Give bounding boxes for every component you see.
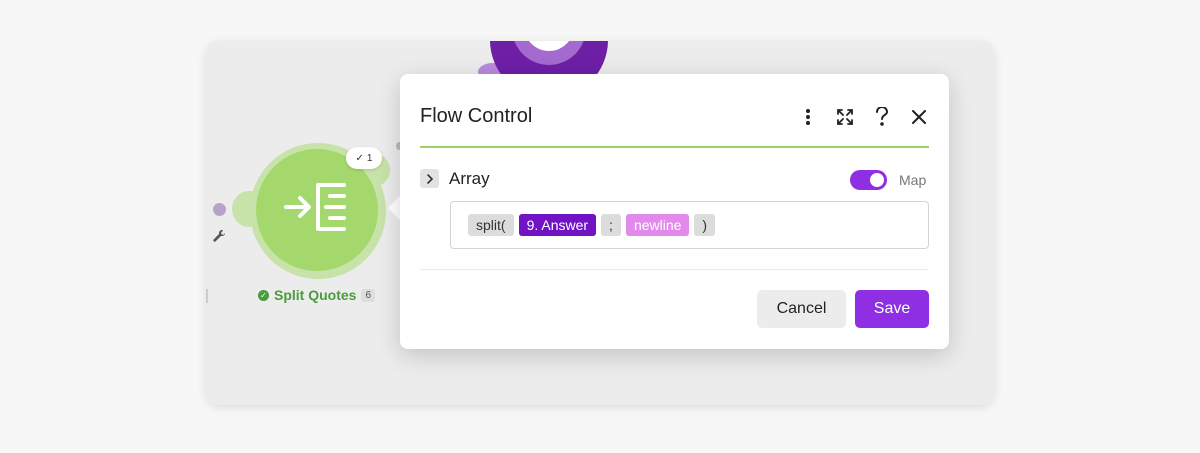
module-label[interactable]: ✓ Split Quotes 6 (258, 287, 376, 303)
execution-count: 1 (366, 152, 373, 164)
success-icon: ✓ (258, 289, 269, 301)
title-divider (420, 146, 929, 148)
more-vertical-icon[interactable] (797, 106, 818, 127)
formula-token-separator[interactable]: ; (601, 214, 621, 236)
dialog-title: Flow Control (420, 105, 533, 127)
footer-divider (420, 269, 929, 270)
cancel-button[interactable]: Cancel (757, 290, 846, 328)
map-label: Map (899, 172, 927, 188)
module-id-badge: 6 (361, 288, 376, 302)
close-icon[interactable] (908, 106, 929, 127)
field-expand-button[interactable] (420, 169, 439, 188)
toggle-knob (870, 173, 884, 187)
wrench-icon[interactable] (212, 229, 228, 245)
execution-badge[interactable]: ✓ 1 (346, 147, 382, 169)
chevron-right-icon (426, 173, 433, 184)
array-formula-input[interactable]: split( 9. Answer ; newline ) (450, 201, 929, 249)
save-button[interactable]: Save (855, 290, 929, 328)
map-toggle[interactable] (850, 170, 887, 190)
formula-token-close[interactable]: ) (694, 214, 716, 236)
formula-token-keyword[interactable]: newline (625, 214, 690, 236)
formula-token-variable[interactable]: 9. Answer (518, 214, 597, 236)
field-label: Array (449, 169, 490, 188)
formula-token-function[interactable]: split( (468, 214, 514, 236)
dialog-pointer (388, 196, 400, 220)
iterator-icon (284, 183, 346, 231)
stage: ✓ 1 ✓ Split Quotes 6 Flow Control Array … (0, 0, 1200, 453)
help-icon[interactable] (871, 106, 892, 127)
module-name: Split Quotes (274, 287, 357, 303)
dialog-toolbar (797, 106, 929, 127)
divider (206, 289, 208, 303)
checkmark-icon: ✓ (355, 152, 364, 164)
expand-icon[interactable] (834, 106, 855, 127)
connector-dot[interactable] (213, 203, 226, 216)
flow-control-dialog: Flow Control Array Map split(9. Answer … (400, 74, 949, 349)
